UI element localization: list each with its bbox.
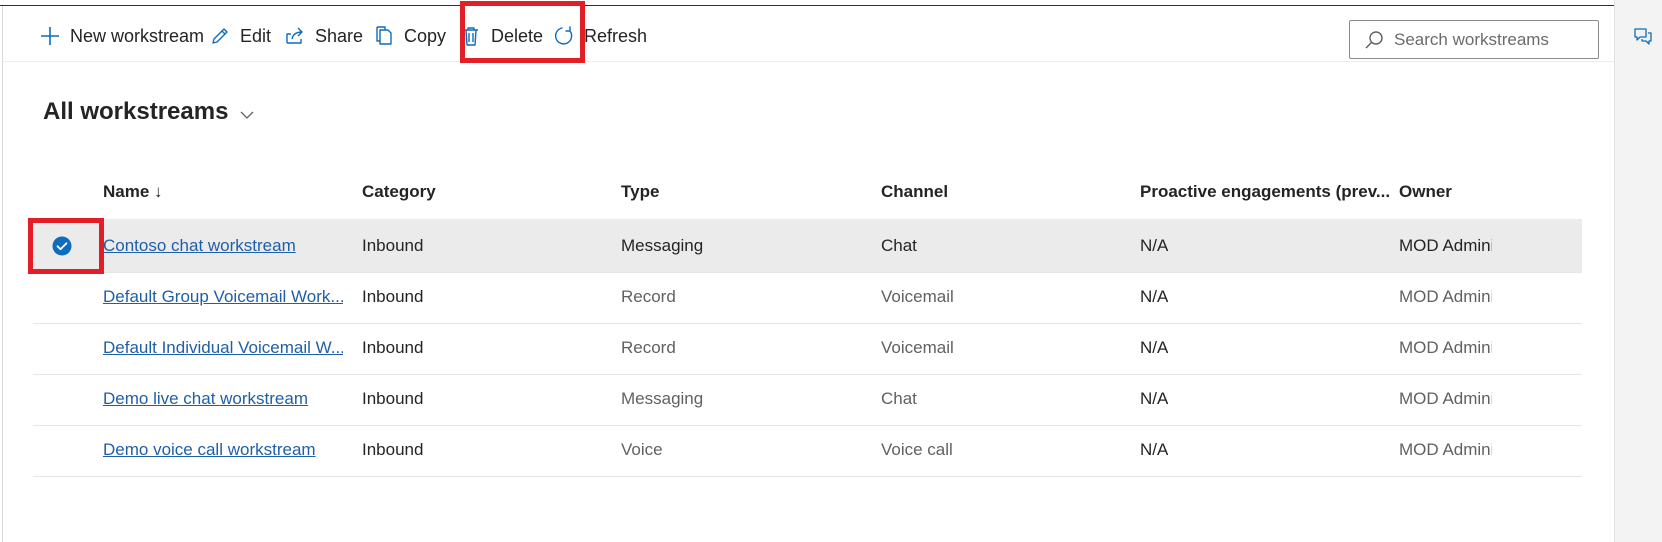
table-row[interactable]: Contoso chat workstream Inbound Messagin… (33, 219, 1582, 273)
edit-label: Edit (240, 25, 272, 46)
chevron-down-icon (240, 111, 254, 119)
row-channel: Voice call (881, 440, 953, 459)
row-channel: Voicemail (881, 287, 954, 306)
row-proactive: N/A (1140, 287, 1169, 306)
row-channel: Chat (881, 389, 917, 408)
search-input[interactable]: Search workstreams (1349, 20, 1599, 59)
search-placeholder: Search workstreams (1394, 29, 1549, 49)
search-icon (1365, 30, 1383, 49)
selection-highlight-box (28, 218, 104, 274)
column-header-name[interactable]: Name ↓ (103, 182, 163, 202)
row-channel: Chat (881, 236, 917, 255)
copy-icon (376, 26, 392, 45)
chat-bubbles-icon[interactable] (1633, 26, 1653, 46)
row-type: Messaging (621, 236, 704, 255)
table-row[interactable]: Default Individual Voicemail W... Inboun… (33, 321, 1582, 375)
row-category: Inbound (362, 287, 424, 306)
row-name-link[interactable]: Default Individual Voicemail W... (103, 338, 343, 358)
row-type: Messaging (621, 389, 704, 408)
view-title: All workstreams (43, 98, 229, 125)
row-name-link[interactable]: Contoso chat workstream (103, 236, 338, 256)
row-category: Inbound (362, 440, 424, 459)
row-type: Voice (621, 440, 663, 459)
row-type: Record (621, 338, 676, 357)
delete-highlight-box (460, 1, 585, 63)
new-workstream-button[interactable]: New workstream (39, 24, 204, 48)
row-owner: MOD Admini (1399, 389, 1492, 408)
row-proactive: N/A (1140, 338, 1169, 357)
table-row[interactable]: Demo voice call workstream Inbound Voice… (33, 423, 1582, 477)
share-icon (286, 27, 303, 44)
row-channel: Voicemail (881, 338, 954, 357)
share-button[interactable]: Share (284, 24, 363, 48)
row-proactive: N/A (1140, 440, 1169, 459)
row-proactive: N/A (1140, 389, 1169, 408)
table-row[interactable]: Default Group Voicemail Work... Inbound … (33, 270, 1582, 324)
column-header-proactive-engagements[interactable]: Proactive engagements (prev... (1140, 182, 1390, 202)
row-type: Record (621, 287, 676, 306)
new-workstream-label: New workstream (70, 25, 205, 46)
copy-button[interactable]: Copy (373, 24, 446, 48)
row-owner: MOD Admini (1399, 236, 1492, 255)
row-owner: MOD Admini (1399, 287, 1492, 306)
row-category: Inbound (362, 338, 424, 357)
share-label: Share (315, 25, 364, 46)
row-owner: MOD Admini (1399, 440, 1492, 459)
view-selector[interactable]: All workstreams (43, 98, 256, 126)
row-name-link[interactable]: Demo voice call workstream (103, 440, 343, 460)
plus-icon (41, 27, 59, 45)
copy-label: Copy (404, 25, 447, 46)
row-name-link[interactable]: Demo live chat workstream (103, 389, 343, 409)
command-bar: New workstream Edit Share Copy Delete Re… (3, 6, 1614, 62)
column-header-owner[interactable]: Owner (1399, 182, 1452, 202)
left-border (2, 6, 3, 542)
refresh-label: Refresh (584, 25, 648, 46)
table-row[interactable]: Demo live chat workstream Inbound Messag… (33, 372, 1582, 426)
side-pane (1614, 0, 1662, 542)
pencil-icon (212, 28, 228, 44)
column-header-channel[interactable]: Channel (881, 182, 948, 202)
column-header-category[interactable]: Category (362, 182, 436, 202)
row-category: Inbound (362, 236, 424, 255)
edit-button[interactable]: Edit (209, 24, 271, 48)
app-frame: New workstream Edit Share Copy Delete Re… (0, 0, 1662, 542)
row-name-link[interactable]: Default Group Voicemail Work... (103, 287, 343, 307)
row-owner: MOD Admini (1399, 338, 1492, 357)
row-category: Inbound (362, 389, 424, 408)
column-header-type[interactable]: Type (621, 182, 659, 202)
row-proactive: N/A (1140, 236, 1169, 255)
